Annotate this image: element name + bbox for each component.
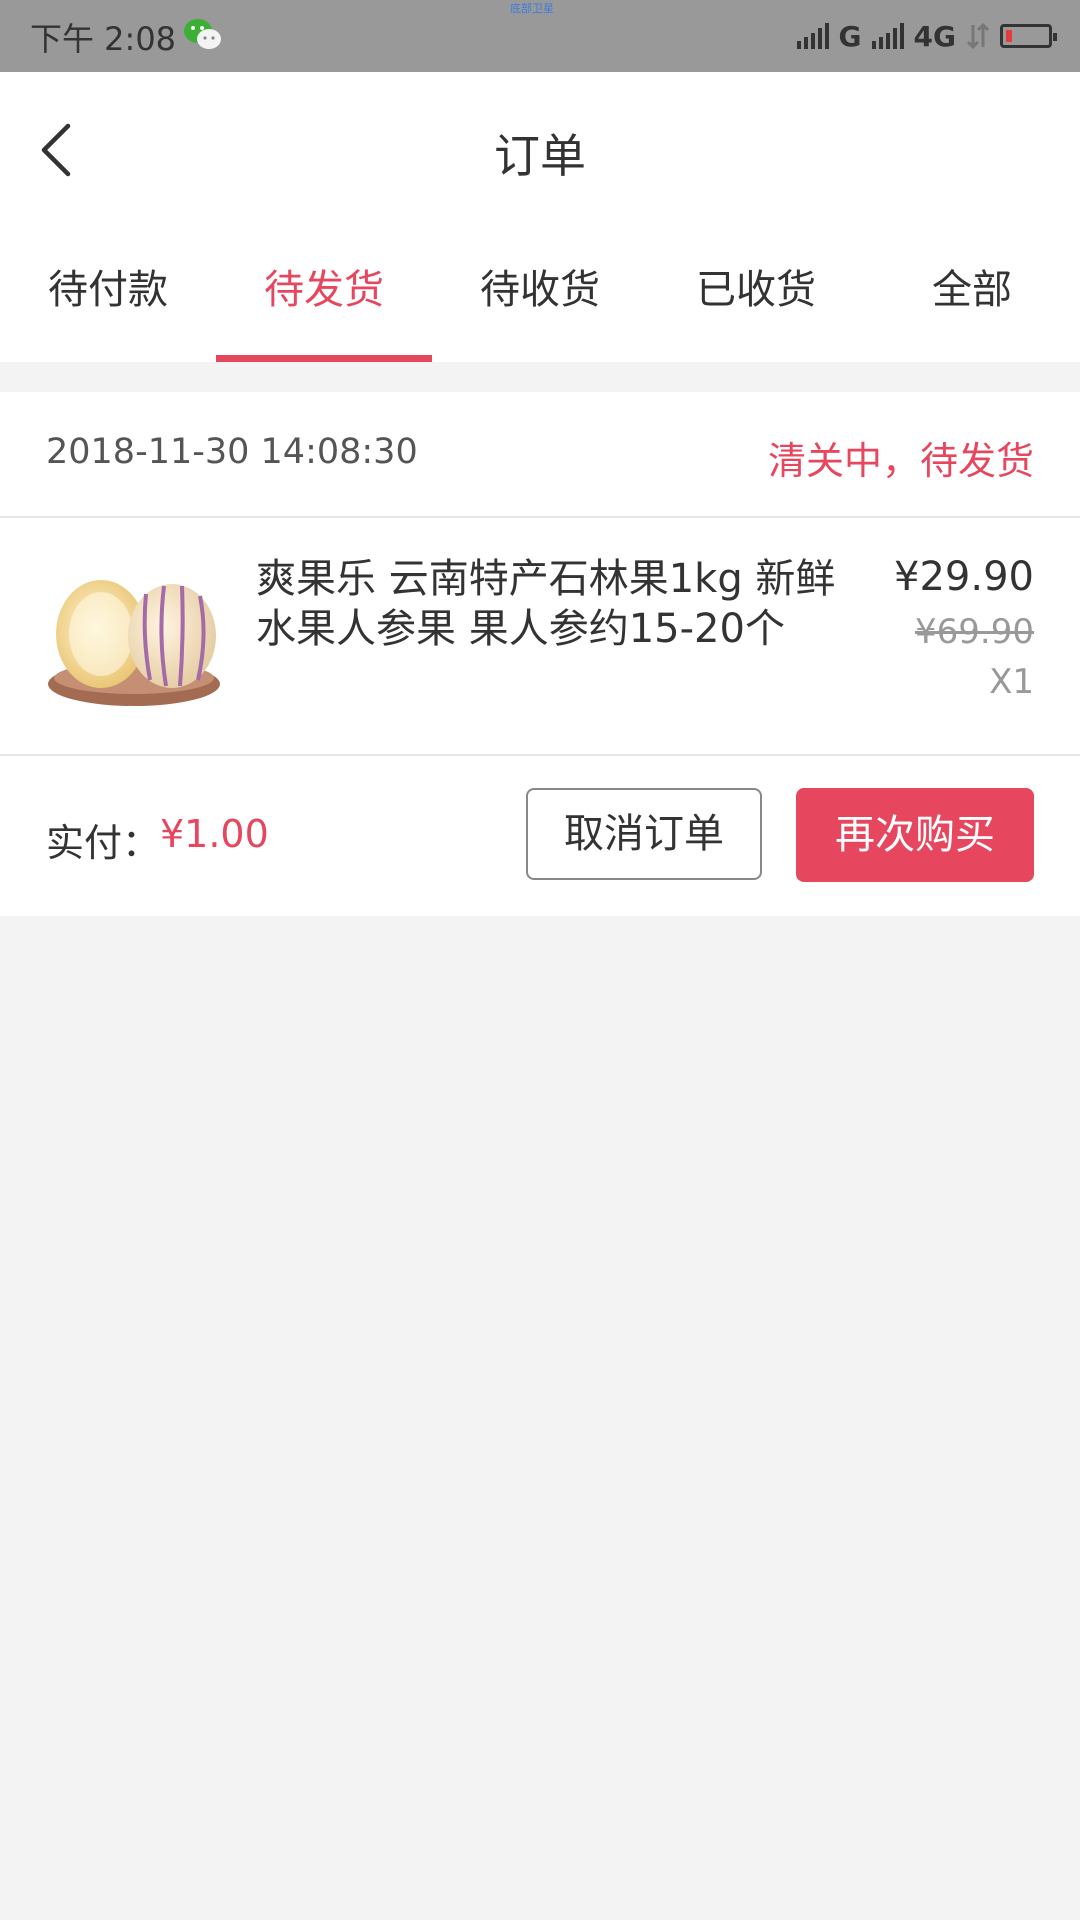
tab-pending-shipment[interactable]: 待发货: [216, 222, 432, 362]
carrier-label: G: [838, 19, 862, 53]
page-title: 订单: [494, 129, 586, 183]
buy-again-button[interactable]: 再次购买: [796, 788, 1034, 882]
product-quantity: X1: [989, 662, 1034, 702]
status-tiny-text: 底部卫星: [510, 2, 554, 15]
order-datetime: 2018-11-30 14:08:30: [46, 432, 418, 472]
battery-icon: [1000, 24, 1057, 48]
signal-icon: [796, 23, 829, 49]
paid-label: 实付：: [46, 821, 161, 865]
cancel-order-button[interactable]: 取消订单: [526, 788, 762, 880]
tab-pending-payment[interactable]: 待付款: [0, 222, 216, 362]
wechat-icon: [184, 19, 221, 49]
order-item[interactable]: 爽果乐 云南特产石林果1kg 新鲜水果人参果 果人参约15-20个 ¥29.90…: [0, 518, 1080, 756]
order-status: 清关中，待发货: [767, 439, 1034, 483]
data-transfer-icon: [966, 22, 990, 50]
product-thumbnail: [48, 580, 220, 706]
order-card[interactable]: 2018-11-30 14:08:30 清关中，待发货 爽果乐 云南特产石林果1…: [0, 392, 1080, 916]
tab-all[interactable]: 全部: [864, 222, 1080, 362]
order-footer: 实付： ¥1.00 取消订单 再次购买: [0, 756, 1080, 916]
order-header: 2018-11-30 14:08:30 清关中，待发货: [0, 392, 1080, 518]
order-tabs: 待付款 待发货 待收货 已收货 全部: [0, 222, 1080, 362]
paid-amount: ¥1.00: [160, 812, 269, 856]
status-bar: 下午 2:08 底部卫星 G 4G: [0, 0, 1080, 72]
product-name: 爽果乐 云南特产石林果1kg 新鲜水果人参果 果人参约15-20个: [256, 556, 836, 652]
status-right-group: G 4G: [796, 14, 1057, 58]
app-header: 订单: [0, 72, 1080, 222]
status-time: 下午 2:08: [30, 20, 177, 58]
signal-icon-2: [871, 23, 904, 49]
product-price: ¥29.90: [894, 554, 1034, 600]
network-label: 4G: [913, 19, 956, 53]
tab-pending-receipt[interactable]: 待收货: [432, 222, 648, 362]
product-original-price: ¥69.90: [915, 612, 1034, 652]
tab-received[interactable]: 已收货: [648, 222, 864, 362]
